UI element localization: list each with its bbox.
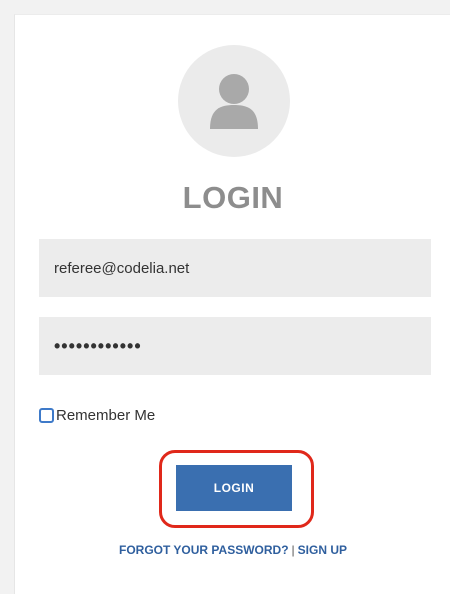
page-title: LOGIN [182, 180, 284, 215]
password-field[interactable] [39, 317, 431, 375]
forgot-password-link[interactable]: FORGOT YOUR PASSWORD? [119, 543, 289, 557]
avatar [178, 45, 290, 157]
login-card: LOGIN Remember Me LOGIN FORGOT YOUR PASS… [14, 14, 450, 594]
remember-me-checkbox[interactable] [39, 407, 54, 423]
link-separator: | [291, 543, 295, 557]
remember-me[interactable]: Remember Me [39, 404, 155, 426]
remember-me-label: Remember Me [56, 406, 156, 424]
sign-up-link[interactable]: SIGN UP [298, 543, 347, 557]
auth-links: FORGOT YOUR PASSWORD? | SIGN UP [15, 543, 450, 557]
login-button[interactable]: LOGIN [176, 465, 292, 511]
user-avatar-icon [210, 74, 258, 129]
email-field[interactable] [39, 239, 431, 297]
